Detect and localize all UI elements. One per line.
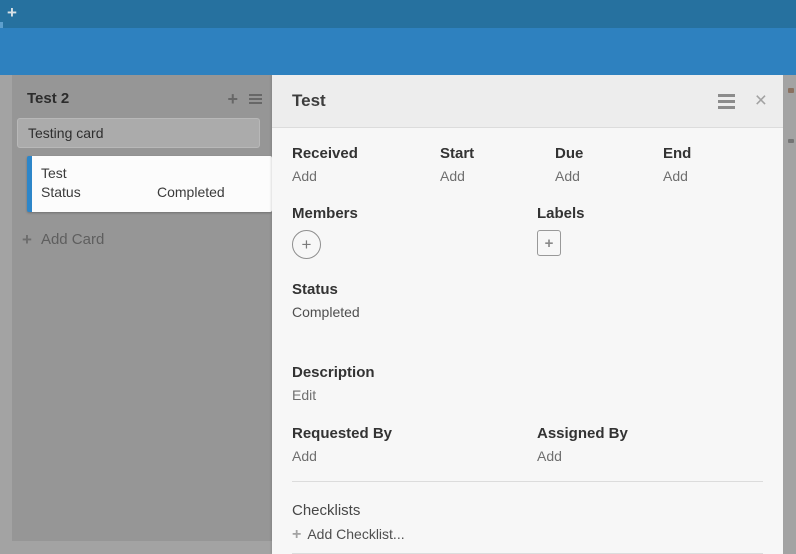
card-detail-panel: Test × Received Add Start Add Due Add <box>272 75 783 554</box>
received-label: Received <box>292 144 440 164</box>
mini-card-field-value: Completed <box>157 183 225 202</box>
card-detail-body: Received Add Start Add Due Add End Add <box>272 128 783 554</box>
divider <box>292 481 763 482</box>
date-field-end: End Add <box>663 144 763 189</box>
members-section: Members + <box>292 204 537 259</box>
add-label-button[interactable]: + <box>537 230 561 256</box>
status-label: Status <box>292 280 763 300</box>
labels-section: Labels + <box>537 204 585 259</box>
assigned-by-section: Assigned By Add <box>537 424 628 469</box>
add-checklist-plus-icon: + <box>292 527 301 542</box>
members-labels-row: Members + Labels + <box>292 204 763 259</box>
description-label: Description <box>292 363 763 383</box>
list-add-card-icon[interactable]: + <box>227 92 238 106</box>
add-checklist-button[interactable]: + Add Checklist... <box>292 526 763 542</box>
assigned-by-add-link[interactable]: Add <box>537 444 628 469</box>
close-icon[interactable]: × <box>755 91 767 111</box>
add-checklist-label: Add Checklist... <box>307 526 404 542</box>
list-menu-icon[interactable] <box>249 94 262 104</box>
members-label: Members <box>292 204 537 224</box>
checklists-section: Checklists + Add Checklist... <box>292 501 763 542</box>
new-card-input[interactable]: Testing card <box>17 118 260 148</box>
requested-by-section: Requested By Add <box>292 424 537 469</box>
due-label: Due <box>555 144 663 164</box>
add-card-plus-icon: + <box>22 232 32 248</box>
card-detail-header: Test × <box>272 75 783 128</box>
board-header <box>0 28 796 75</box>
checklists-label: Checklists <box>292 501 763 521</box>
sidebar-edge-mark <box>0 22 3 28</box>
mini-card-title: Test <box>41 164 264 183</box>
card-detail-title[interactable]: Test <box>292 91 718 111</box>
date-field-received: Received Add <box>292 144 440 189</box>
add-card-button[interactable]: + Add Card <box>22 231 272 248</box>
date-field-start: Start Add <box>440 144 555 189</box>
due-add-link[interactable]: Add <box>555 164 663 189</box>
mini-card-custom-field: Status Completed <box>41 183 264 202</box>
adjacent-list-peek-card <box>788 139 794 143</box>
topbar: + <box>0 0 796 28</box>
received-add-link[interactable]: Add <box>292 164 440 189</box>
description-section: Description Edit <box>292 363 763 408</box>
assigned-by-label: Assigned By <box>537 424 628 444</box>
requested-by-label: Requested By <box>292 424 537 444</box>
card-menu-icon[interactable] <box>718 94 735 109</box>
mini-card-test[interactable]: Test Status Completed <box>27 156 272 212</box>
status-section: Status Completed <box>292 280 763 325</box>
list-test-2: Test 2 + Testing card Test Status Comple… <box>12 75 272 541</box>
add-member-button[interactable]: + <box>292 230 321 259</box>
mini-card-field-label: Status <box>41 183 157 202</box>
add-card-label: Add Card <box>41 231 104 248</box>
dates-row: Received Add Start Add Due Add End Add <box>292 144 763 189</box>
status-value[interactable]: Completed <box>292 300 763 325</box>
list-title: Test 2 <box>27 90 227 107</box>
labels-label: Labels <box>537 204 585 224</box>
add-board-icon[interactable]: + <box>7 3 17 23</box>
adjacent-list-peek-icon <box>788 88 794 93</box>
date-field-due: Due Add <box>555 144 663 189</box>
requested-by-add-link[interactable]: Add <box>292 444 537 469</box>
board-canvas: Test 2 + Testing card Test Status Comple… <box>0 75 796 554</box>
start-label: Start <box>440 144 555 164</box>
list-header: Test 2 + <box>12 75 272 115</box>
end-add-link[interactable]: Add <box>663 164 763 189</box>
end-label: End <box>663 144 763 164</box>
description-edit-link[interactable]: Edit <box>292 383 763 408</box>
start-add-link[interactable]: Add <box>440 164 555 189</box>
requested-assigned-row: Requested By Add Assigned By Add <box>292 424 763 469</box>
